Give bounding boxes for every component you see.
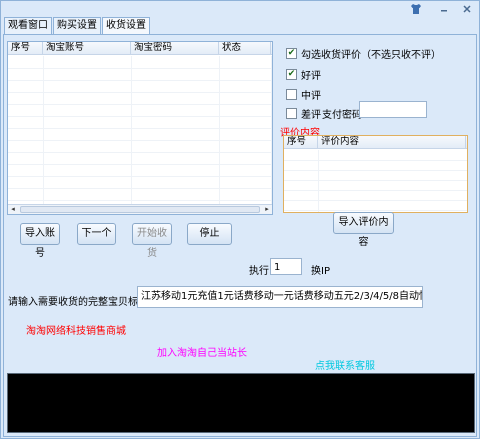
shirt-icon[interactable] [410,3,422,15]
execute-count-input[interactable]: 1 [270,258,302,275]
review-list[interactable]: 序号 评价内容 [283,135,468,213]
pay-password-label: 支付密码 [322,110,362,121]
review-list-grid [284,150,467,212]
pay-password-input[interactable] [359,101,427,118]
column-header-review-index[interactable]: 序号 [284,136,318,148]
item-title-input[interactable]: 江苏移动1元充值1元话费移动一元话费移动五元2/3/4/5/8自动快充 [137,286,423,308]
column-header-account[interactable]: 淘宝账号 [43,42,131,54]
change-ip-label: 换IP [311,266,330,277]
minimize-icon[interactable] [438,3,450,15]
log-console[interactable] [7,373,475,433]
good-review-checkbox[interactable]: ✔ 好评 [286,67,321,82]
checkbox-box [286,89,297,100]
check-icon: ✔ [286,48,297,59]
tab-purchase-settings[interactable]: 购买设置 [53,17,101,34]
column-header-password[interactable]: 淘宝密码 [131,42,219,54]
start-receive-button[interactable]: 开始收货 [132,223,172,259]
tab-receive-settings[interactable]: 收货设置 [102,17,150,35]
scroll-left-icon[interactable]: ◂ [8,205,18,214]
tab-bar: 观看窗口 购买设置 收货设置 [4,17,151,35]
close-icon[interactable] [461,3,473,15]
import-reviews-button[interactable]: 导入评价内容 [333,212,394,248]
receive-settings-panel: 序号 淘宝账号 淘宝密码 状态 ◂ ▸ ✔ 勾选收货评价（不选只收不评） ✔ 好… [3,34,477,437]
check-review-label: 勾选收货评价（不选只收不评） [301,50,441,61]
next-button[interactable]: 下一个 [77,223,116,245]
title-bar [1,1,479,17]
tab-watch-window[interactable]: 观看窗口 [4,17,52,34]
title-input-label: 请输入需要收货的完整宝贝标题： [8,297,158,308]
account-list[interactable]: 序号 淘宝账号 淘宝密码 状态 ◂ ▸ [7,41,273,215]
join-link[interactable]: 加入淘淘自己当站长 [157,344,247,359]
column-header-review-content[interactable]: 评价内容 [318,136,466,148]
stop-button[interactable]: 停止 [187,223,232,245]
account-list-header: 序号 淘宝账号 淘宝密码 状态 [8,42,272,55]
account-list-grid [8,56,272,204]
neutral-review-label: 中评 [301,91,321,102]
check-review-checkbox[interactable]: ✔ 勾选收货评价（不选只收不评） [286,46,441,61]
app-window: 观看窗口 购买设置 收货设置 序号 淘宝账号 淘宝密码 状态 ◂ ▸ ✔ 勾选收… [0,0,480,439]
checkbox-box [286,108,297,119]
account-list-scrollbar[interactable]: ◂ ▸ [8,204,272,214]
review-list-header: 序号 评价内容 [284,136,467,149]
execute-label: 执行 [249,266,269,277]
scroll-right-icon[interactable]: ▸ [262,205,272,214]
import-accounts-button[interactable]: 导入账号 [20,223,60,259]
contact-link[interactable]: 点我联系客服 [315,357,375,372]
bad-review-checkbox[interactable]: 差评 [286,106,321,121]
good-review-label: 好评 [301,71,321,82]
neutral-review-checkbox[interactable]: 中评 [286,87,321,102]
column-header-index[interactable]: 序号 [8,42,43,54]
bad-review-label: 差评 [301,110,321,121]
column-header-status[interactable]: 状态 [219,42,271,54]
store-link[interactable]: 淘淘网络科技销售商城 [26,322,126,337]
scrollbar-thumb[interactable] [20,206,260,213]
check-icon: ✔ [286,69,297,80]
